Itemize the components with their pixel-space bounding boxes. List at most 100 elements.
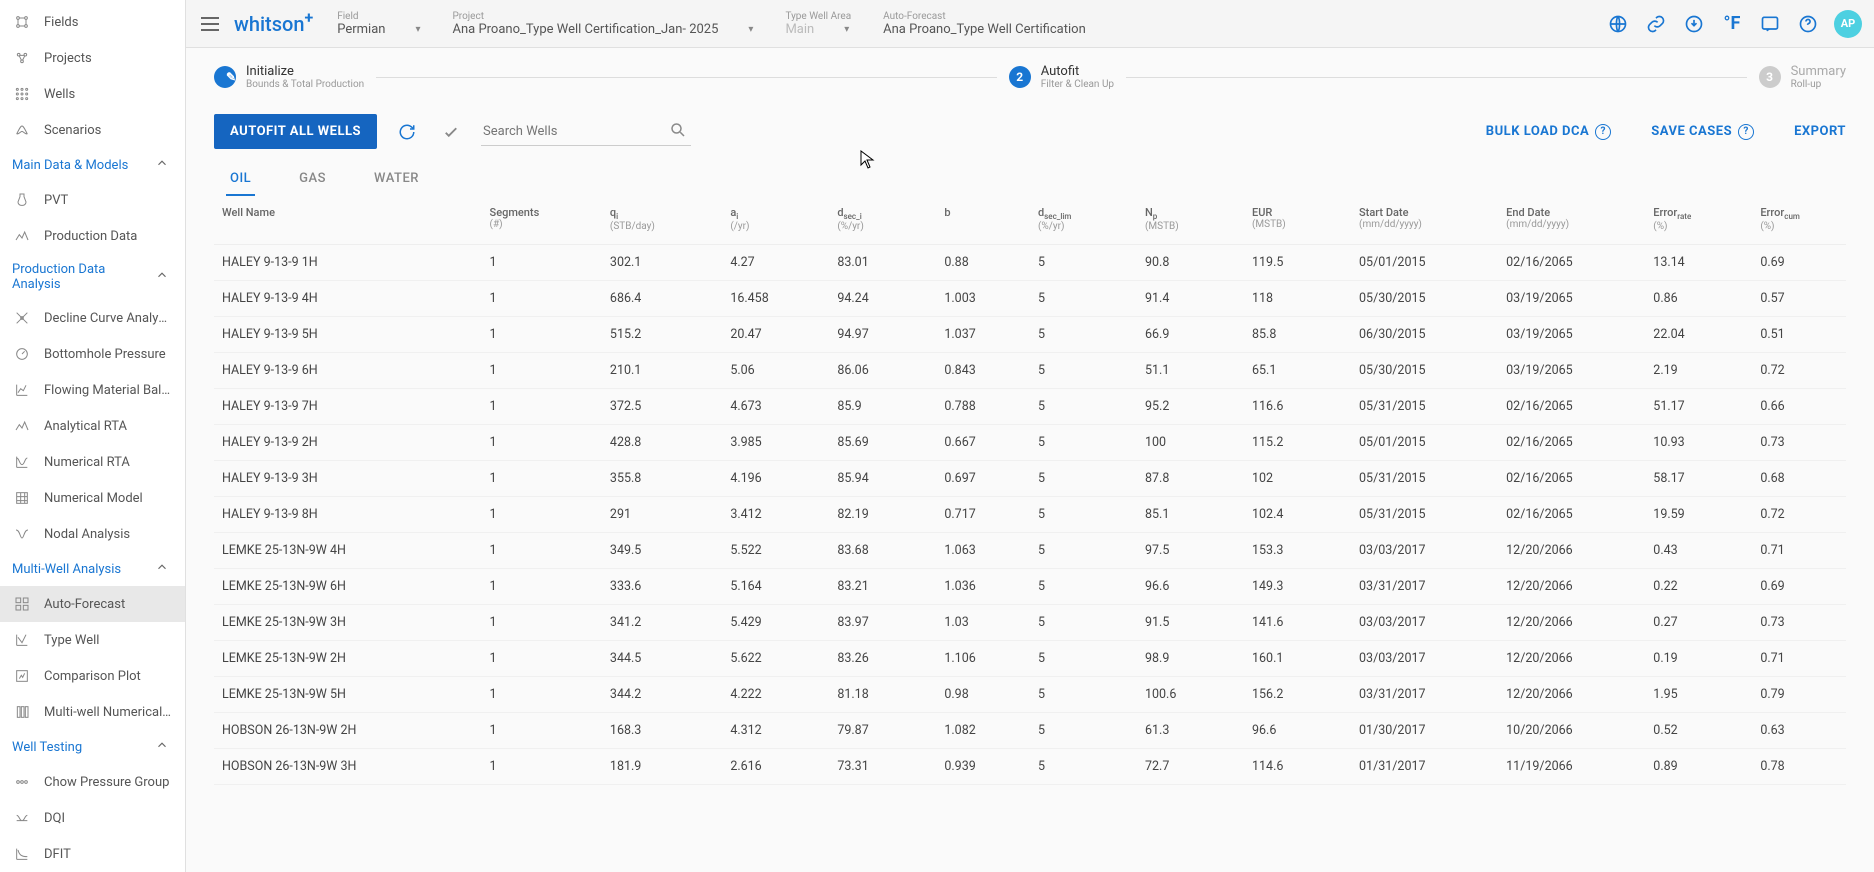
step-initialize[interactable]: ✎ Initialize Bounds & Total Production bbox=[214, 64, 364, 90]
sidebar-item-numerical-model[interactable]: Numerical Model bbox=[0, 480, 185, 516]
search-icon bbox=[669, 121, 687, 139]
col-d_sec_lim[interactable]: dsec_lim(%/yr) bbox=[1030, 196, 1137, 245]
temp-unit-toggle[interactable]: °F bbox=[1720, 12, 1744, 36]
table-row[interactable]: HALEY 9-13-9 2H1428.83.98585.690.6675100… bbox=[214, 425, 1846, 461]
sidebar-item-dqi[interactable]: DQI bbox=[0, 800, 185, 836]
sidebar-item-projects[interactable]: Projects bbox=[0, 40, 185, 76]
sidebar-item-comparison-plot[interactable]: Comparison Plot bbox=[0, 658, 185, 694]
sidebar-item-flowing-material-balance[interactable]: Flowing Material Balance bbox=[0, 372, 185, 408]
col-n-[interactable]: Np(MSTB) bbox=[1137, 196, 1244, 245]
table-row[interactable]: LEMKE 25-13N-9W 3H1341.25.42983.971.0359… bbox=[214, 605, 1846, 641]
step-subtitle: Roll-up bbox=[1791, 79, 1846, 90]
cell: 05/30/2015 bbox=[1351, 353, 1498, 389]
step-title: Autofit bbox=[1041, 64, 1114, 79]
tab-water[interactable]: WATER bbox=[370, 163, 423, 196]
sidebar-item-wells[interactable]: Wells bbox=[0, 76, 185, 112]
area-selector[interactable]: Type Well Area Main▾ bbox=[785, 11, 851, 37]
step-autofit[interactable]: 2 Autofit Filter & Clean Up bbox=[1009, 64, 1114, 90]
sidebar-item-nodal-analysis[interactable]: Nodal Analysis bbox=[0, 516, 185, 552]
cell: 1 bbox=[482, 425, 602, 461]
table-row[interactable]: HOBSON 26-13N-9W 2H1168.34.31279.871.082… bbox=[214, 713, 1846, 749]
sidebar-item-scenarios[interactable]: Scenarios bbox=[0, 112, 185, 148]
col-segments[interactable]: Segments(#) bbox=[482, 196, 602, 245]
cell: 06/30/2015 bbox=[1351, 317, 1498, 353]
globe-icon[interactable] bbox=[1606, 12, 1630, 36]
help-icon[interactable] bbox=[1796, 12, 1820, 36]
sidebar-item-chow-pressure-group[interactable]: Chow Pressure Group bbox=[0, 764, 185, 800]
table-row[interactable]: HALEY 9-13-9 6H1210.15.0686.060.843551.1… bbox=[214, 353, 1846, 389]
sidebar-item-decline-curve-analysis[interactable]: Decline Curve Analysis bbox=[0, 300, 185, 336]
field-selector[interactable]: Field Permian▾ bbox=[337, 11, 420, 37]
bulk-load-button[interactable]: BULK LOAD DCA? bbox=[1486, 124, 1611, 140]
table-row[interactable]: LEMKE 25-13N-9W 4H1349.55.52283.681.0635… bbox=[214, 533, 1846, 569]
step-summary[interactable]: 3 Summary Roll-up bbox=[1759, 64, 1846, 90]
step-number: 2 bbox=[1009, 66, 1031, 88]
table-row[interactable]: HALEY 9-13-9 4H1686.416.45894.241.003591… bbox=[214, 281, 1846, 317]
cell: 2.616 bbox=[722, 749, 829, 785]
sidebar-item-auto-forecast[interactable]: Auto-Forecast bbox=[0, 586, 185, 622]
menu-icon[interactable] bbox=[198, 12, 222, 36]
search-wells[interactable] bbox=[481, 118, 691, 146]
step-title: Initialize bbox=[246, 64, 364, 79]
sidebar-section-multi-well-analysis[interactable]: Multi-Well Analysis bbox=[0, 552, 185, 586]
tab-gas[interactable]: GAS bbox=[295, 163, 330, 196]
sidebar-item-multi-well-numerical-mod-[interactable]: Multi-well Numerical Mod… bbox=[0, 694, 185, 730]
cell: 333.6 bbox=[602, 569, 722, 605]
col-eur[interactable]: EUR(MSTB) bbox=[1244, 196, 1351, 245]
col-start-date[interactable]: Start Date(mm/dd/yyyy) bbox=[1351, 196, 1498, 245]
col-q-[interactable]: qi(STB/day) bbox=[602, 196, 722, 245]
autofit-all-button[interactable]: AUTOFIT ALL WELLS bbox=[214, 114, 377, 149]
table-row[interactable]: HALEY 9-13-9 5H1515.220.4794.971.037566.… bbox=[214, 317, 1846, 353]
cell: 1 bbox=[482, 749, 602, 785]
sidebar-section-main-data-models[interactable]: Main Data & Models bbox=[0, 148, 185, 182]
table-row[interactable]: HALEY 9-13-9 3H1355.84.19685.940.697587.… bbox=[214, 461, 1846, 497]
cell: HOBSON 26-13N-9W 2H bbox=[214, 713, 482, 749]
col-well-name[interactable]: Well Name bbox=[214, 196, 482, 245]
cell: 168.3 bbox=[602, 713, 722, 749]
table-row[interactable]: LEMKE 25-13N-9W 5H1344.24.22281.180.9851… bbox=[214, 677, 1846, 713]
sidebar-item-type-well[interactable]: Type Well bbox=[0, 622, 185, 658]
autoforecast-selector[interactable]: Auto-Forecast Ana Proano_Type Well Certi… bbox=[883, 11, 1086, 37]
sidebar-item-production-data[interactable]: Production Data bbox=[0, 218, 185, 254]
save-cases-button[interactable]: SAVE CASES? bbox=[1651, 124, 1754, 140]
sidebar-item-label: Analytical RTA bbox=[44, 419, 127, 434]
table-row[interactable]: LEMKE 25-13N-9W 2H1344.55.62283.261.1065… bbox=[214, 641, 1846, 677]
col-d_sec_i[interactable]: dsec_i(%/yr) bbox=[829, 196, 936, 245]
sidebar-item-dfit[interactable]: DFIT bbox=[0, 836, 185, 872]
refresh-icon[interactable] bbox=[393, 118, 421, 146]
avatar[interactable]: AP bbox=[1834, 10, 1862, 38]
link-icon[interactable] bbox=[1644, 12, 1668, 36]
col-error_cum[interactable]: Errorcum(%) bbox=[1752, 196, 1846, 245]
sidebar-section-production-data-analysis[interactable]: Production Data Analysis bbox=[0, 254, 185, 300]
cell: 83.21 bbox=[829, 569, 936, 605]
cell: 0.79 bbox=[1752, 677, 1846, 713]
step-done-icon: ✎ bbox=[214, 66, 236, 88]
sidebar-item-pvt[interactable]: PVT bbox=[0, 182, 185, 218]
check-icon[interactable] bbox=[437, 118, 465, 146]
feedback-icon[interactable] bbox=[1758, 12, 1782, 36]
sidebar-section-well-testing[interactable]: Well Testing bbox=[0, 730, 185, 764]
sidebar-item-numerical-rta[interactable]: Numerical RTA bbox=[0, 444, 185, 480]
table-row[interactable]: HALEY 9-13-9 8H12913.41282.190.717585.11… bbox=[214, 497, 1846, 533]
col-error_rate[interactable]: Errorrate(%) bbox=[1645, 196, 1752, 245]
cell: 102.4 bbox=[1244, 497, 1351, 533]
project-selector[interactable]: Project Ana Proano_Type Well Certificati… bbox=[452, 11, 753, 37]
cell: 5 bbox=[1030, 533, 1137, 569]
table-row[interactable]: LEMKE 25-13N-9W 6H1333.65.16483.211.0365… bbox=[214, 569, 1846, 605]
table-row[interactable]: HALEY 9-13-9 7H1372.54.67385.90.788595.2… bbox=[214, 389, 1846, 425]
sidebar-item-fields[interactable]: Fields bbox=[0, 4, 185, 40]
search-input[interactable] bbox=[481, 118, 691, 146]
table-row[interactable]: HOBSON 26-13N-9W 3H1181.92.61673.310.939… bbox=[214, 749, 1846, 785]
table-row[interactable]: HALEY 9-13-9 1H1302.14.2783.010.88590.81… bbox=[214, 245, 1846, 281]
sidebar-item-bottomhole-pressure[interactable]: Bottomhole Pressure bbox=[0, 336, 185, 372]
cell: 0.788 bbox=[936, 389, 1030, 425]
cell: 0.68 bbox=[1752, 461, 1846, 497]
sidebar-item-analytical-rta[interactable]: Analytical RTA bbox=[0, 408, 185, 444]
col-b[interactable]: b bbox=[936, 196, 1030, 245]
tab-oil[interactable]: OIL bbox=[226, 163, 255, 196]
col-a-[interactable]: ai(/yr) bbox=[722, 196, 829, 245]
col-end-date[interactable]: End Date(mm/dd/yyyy) bbox=[1498, 196, 1645, 245]
download-icon[interactable] bbox=[1682, 12, 1706, 36]
cell: 372.5 bbox=[602, 389, 722, 425]
export-button[interactable]: EXPORT bbox=[1794, 124, 1846, 139]
